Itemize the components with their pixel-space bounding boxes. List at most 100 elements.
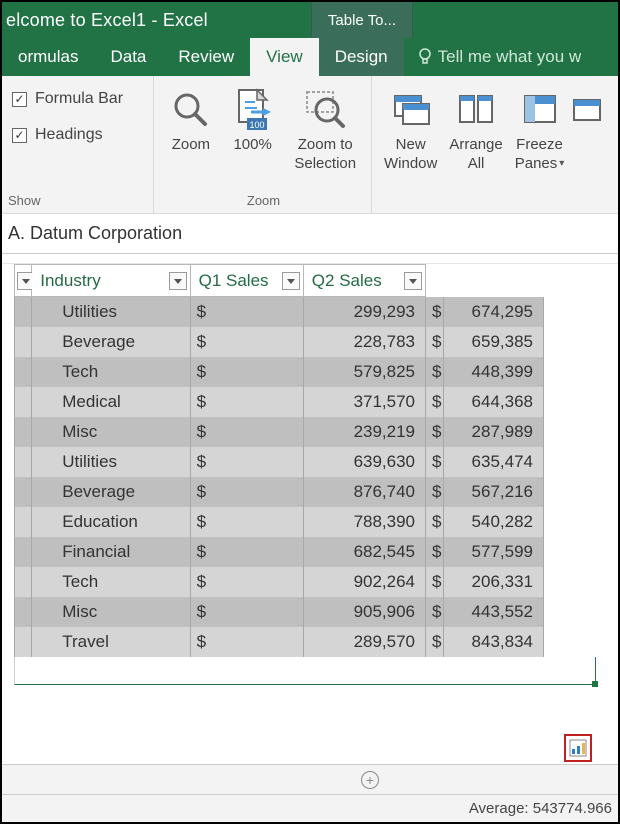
bulb-icon (418, 48, 432, 66)
cell-industry[interactable]: Medical (32, 387, 190, 417)
cell-q1[interactable]: 579,825 (303, 357, 425, 387)
cell-industry[interactable]: Education (32, 507, 190, 537)
freeze-panes-button[interactable]: Freeze Panes▾ (515, 82, 565, 172)
cell-q1[interactable]: 299,293 (303, 297, 425, 327)
cell-q2[interactable]: 567,216 (444, 477, 544, 507)
button-label: 100% (233, 136, 271, 153)
cell-q1[interactable]: 371,570 (303, 387, 425, 417)
cell-q1[interactable]: 682,545 (303, 537, 425, 567)
table-row[interactable]: Misc$239,219$287,989 (15, 417, 544, 447)
contextual-tab-tabletools[interactable]: Table To... (311, 2, 413, 38)
header-text: Industry (40, 271, 100, 290)
more-window-button[interactable] (576, 82, 598, 172)
filter-icon[interactable] (282, 272, 300, 290)
cell-expand (15, 477, 32, 507)
magnifier-icon (171, 86, 211, 134)
cell-currency: $ (190, 477, 303, 507)
tell-me[interactable]: Tell me what you w (404, 38, 582, 76)
cell-q2[interactable]: 443,552 (444, 597, 544, 627)
cell-q2[interactable]: 674,295 (444, 297, 544, 327)
button-label-line1: New (396, 136, 426, 153)
new-sheet-button[interactable]: + (361, 771, 379, 789)
group-label: Show (8, 193, 149, 211)
table-row[interactable]: Utilities$639,630$635,474 (15, 447, 544, 477)
filter-icon[interactable] (404, 272, 422, 290)
cell-currency: $ (426, 447, 444, 477)
quick-analysis-button[interactable] (564, 734, 592, 762)
cell-industry[interactable]: Financial (32, 537, 190, 567)
cell-q2[interactable]: 659,385 (444, 327, 544, 357)
tab-review[interactable]: Review (162, 38, 250, 76)
formula-bar[interactable]: A. Datum Corporation (2, 214, 618, 254)
table-row[interactable]: Tech$579,825$448,399 (15, 357, 544, 387)
cell-q2[interactable]: 540,282 (444, 507, 544, 537)
cell-industry[interactable]: Misc (32, 597, 190, 627)
table-row[interactable]: Beverage$876,740$567,216 (15, 477, 544, 507)
col-header-q2[interactable]: Q2 Sales (303, 265, 425, 297)
cell-q2[interactable]: 635,474 (444, 447, 544, 477)
cell-expand (15, 417, 32, 447)
zoom-to-selection-button[interactable]: Zoom to Selection (294, 82, 356, 172)
cell-q1[interactable]: 876,740 (303, 477, 425, 507)
zoom-100-button[interactable]: 100 100% (233, 82, 273, 172)
table-row[interactable]: Medical$371,570$644,368 (15, 387, 544, 417)
sheet-tab-bar[interactable]: + (2, 764, 618, 794)
button-label-line2: All (468, 155, 485, 172)
tab-design[interactable]: Design (319, 38, 404, 76)
table-row[interactable]: Utilities$299,293$674,295 (15, 297, 544, 327)
cell-q1[interactable]: 788,390 (303, 507, 425, 537)
cell-industry[interactable]: Tech (32, 357, 190, 387)
checkbox-label: Headings (35, 126, 103, 144)
status-bar: Average: 543774.966 (2, 794, 618, 822)
cell-industry[interactable]: Beverage (32, 327, 190, 357)
table-row[interactable]: Financial$682,545$577,599 (15, 537, 544, 567)
magnifier-selection-icon (303, 86, 347, 134)
cell-q1[interactable]: 228,783 (303, 327, 425, 357)
cell-expand (15, 627, 32, 657)
cell-q1[interactable]: 902,264 (303, 567, 425, 597)
cell-industry[interactable]: Tech (32, 567, 190, 597)
button-label-line1: Arrange (449, 136, 502, 153)
cell-currency: $ (190, 537, 303, 567)
expand-column-header[interactable] (15, 265, 32, 297)
header-text: Q2 Sales (312, 271, 382, 290)
cell-q2[interactable]: 448,399 (444, 357, 544, 387)
new-window-icon (391, 86, 431, 134)
tab-view[interactable]: View (250, 38, 319, 76)
filter-icon[interactable] (169, 272, 187, 290)
cell-q1[interactable]: 905,906 (303, 597, 425, 627)
zoom-button[interactable]: Zoom (171, 82, 211, 172)
table-row[interactable]: Education$788,390$540,282 (15, 507, 544, 537)
table-row[interactable]: Travel$289,570$843,834 (15, 627, 544, 657)
arrange-all-button[interactable]: Arrange All (449, 82, 502, 172)
table-row[interactable]: Tech$902,264$206,331 (15, 567, 544, 597)
col-header-industry[interactable]: Industry (32, 265, 190, 297)
selection-handle-icon[interactable] (592, 681, 598, 687)
button-label: Zoom (172, 136, 210, 153)
svg-text:100: 100 (249, 120, 264, 130)
cell-industry[interactable]: Beverage (32, 477, 190, 507)
cell-q2[interactable]: 843,834 (444, 627, 544, 657)
cell-q2[interactable]: 287,989 (444, 417, 544, 447)
cell-q1[interactable]: 289,570 (303, 627, 425, 657)
cell-industry[interactable]: Travel (32, 627, 190, 657)
col-header-q1[interactable]: Q1 Sales (190, 265, 303, 297)
cell-industry[interactable]: Utilities (32, 447, 190, 477)
cell-q2[interactable]: 577,599 (444, 537, 544, 567)
table-row[interactable]: Beverage$228,783$659,385 (15, 327, 544, 357)
cell-q1[interactable]: 639,630 (303, 447, 425, 477)
table-row[interactable]: Misc$905,906$443,552 (15, 597, 544, 627)
checkbox-headings[interactable]: ✓ Headings (12, 126, 149, 144)
tab-formulas[interactable]: ormulas (2, 38, 94, 76)
new-window-button[interactable]: New Window (384, 82, 437, 172)
cell-q2[interactable]: 206,331 (444, 567, 544, 597)
cell-q2[interactable]: 644,368 (444, 387, 544, 417)
tab-data[interactable]: Data (94, 38, 162, 76)
cell-industry[interactable]: Utilities (32, 297, 190, 327)
freeze-panes-icon (520, 86, 560, 134)
cell-industry[interactable]: Misc (32, 417, 190, 447)
checkbox-formula-bar[interactable]: ✓ Formula Bar (12, 90, 149, 108)
titlebar: elcome to Excel1 - Excel Table To... (2, 2, 618, 38)
cell-q1[interactable]: 239,219 (303, 417, 425, 447)
cell-currency: $ (190, 597, 303, 627)
